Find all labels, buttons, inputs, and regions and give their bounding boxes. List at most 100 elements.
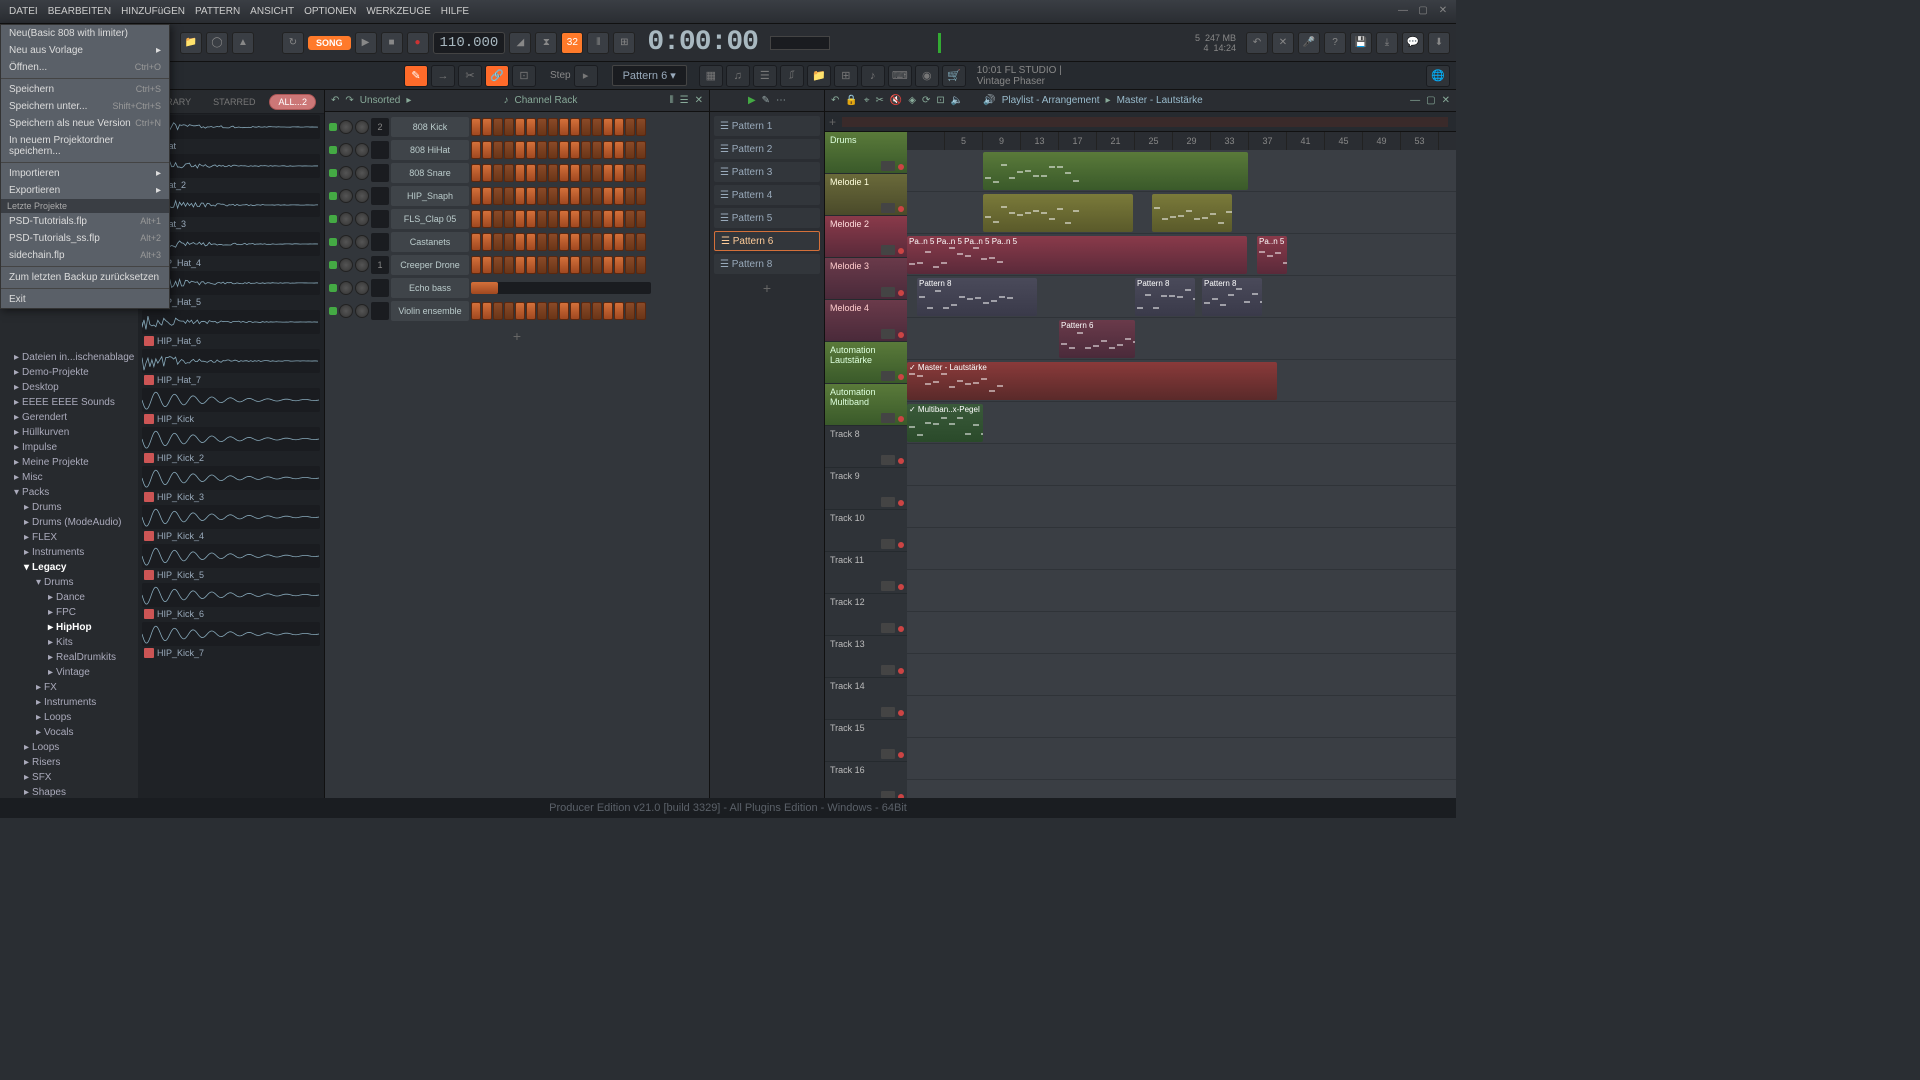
playlist-clip[interactable]: ✓ Master - Lautstärke [907, 362, 1277, 400]
tool-stamp[interactable]: ⊡ [512, 65, 536, 87]
track-row[interactable]: ✓ Multiban..x-Pegel [907, 402, 1456, 444]
step-button[interactable] [493, 256, 503, 274]
track-row[interactable] [907, 612, 1456, 654]
channel-mute[interactable] [329, 192, 337, 200]
menu-datei[interactable]: DATEI [4, 6, 43, 17]
sample-item[interactable]: HIP_Kick_4 [138, 504, 324, 543]
tree-item[interactable]: ▸ Meine Projekte [0, 455, 138, 470]
channel-vol[interactable] [355, 143, 369, 157]
step-button[interactable] [614, 187, 624, 205]
step-button[interactable] [592, 302, 602, 320]
step-button[interactable] [636, 302, 646, 320]
tree-item[interactable]: ▸ EEEE EEEE Sounds [0, 395, 138, 410]
channel-vol[interactable] [355, 281, 369, 295]
channel-name[interactable]: Violin ensemble [391, 301, 469, 321]
step-button[interactable] [603, 302, 613, 320]
track-row[interactable] [907, 570, 1456, 612]
overdub-icon[interactable]: ⊞ [613, 32, 635, 54]
step-button[interactable] [471, 210, 481, 228]
tree-item[interactable]: ▸ Impulse [0, 440, 138, 455]
step-button[interactable] [471, 141, 481, 159]
channel-slider[interactable] [471, 282, 651, 294]
step-button[interactable] [636, 187, 646, 205]
track-row[interactable] [907, 528, 1456, 570]
tree-item[interactable]: ▸ Dateien in...ischenablage [0, 350, 138, 365]
step-button[interactable] [548, 210, 558, 228]
step-button[interactable] [482, 118, 492, 136]
step-button[interactable] [625, 210, 635, 228]
track-header[interactable]: Melodie 3 [825, 258, 907, 300]
playlist-tracks[interactable]: Pa..n 5 Pa..n 5 Pa..n 5 Pa..n 5Pa..n 5Pa… [907, 150, 1456, 818]
step-button[interactable] [548, 187, 558, 205]
step-button[interactable] [504, 233, 514, 251]
step-button[interactable] [581, 233, 591, 251]
step-button[interactable] [526, 256, 536, 274]
step-button[interactable] [570, 302, 580, 320]
loop-icon[interactable]: ↻ [282, 32, 304, 54]
step-button[interactable] [537, 187, 547, 205]
tempo-tapper-icon[interactable]: ♪ [861, 65, 885, 87]
step-button[interactable] [581, 256, 591, 274]
channel-pan[interactable] [339, 212, 353, 226]
step-button[interactable] [614, 118, 624, 136]
tool-paint[interactable]: → [431, 65, 455, 87]
pl-tool6-icon[interactable]: 🔈 [951, 95, 963, 106]
view-mixer-icon[interactable]: ⎎ [780, 65, 804, 87]
track-header[interactable]: Track 11 [825, 552, 907, 594]
menu-optionen[interactable]: OPTIONEN [299, 6, 361, 17]
channel-name[interactable]: 808 Kick [391, 117, 469, 137]
step-button[interactable] [526, 210, 536, 228]
menu-pattern[interactable]: PATTERN [190, 6, 245, 17]
step-button[interactable] [559, 210, 569, 228]
pl-min-icon[interactable]: — [1410, 95, 1420, 106]
pl-tool1-icon[interactable]: ✂ [875, 95, 883, 106]
knob-icon[interactable]: ◯ [206, 32, 228, 54]
step-button[interactable] [537, 256, 547, 274]
step-button[interactable] [526, 164, 536, 182]
chat-icon[interactable]: 💬 [1402, 32, 1424, 54]
pattern-item[interactable]: ☰ Pattern 5 [714, 208, 820, 228]
tree-item[interactable]: ▾ Packs [0, 485, 138, 500]
pl-audio-icon[interactable]: 🔊 [983, 95, 995, 106]
step-button[interactable] [493, 164, 503, 182]
step-button[interactable] [581, 141, 591, 159]
step-button[interactable] [636, 233, 646, 251]
pattern-menu-icon[interactable]: ⋯ [776, 95, 786, 106]
step-button[interactable] [581, 187, 591, 205]
tree-item[interactable]: ▸ Demo-Projekte [0, 365, 138, 380]
chrack-graph-icon[interactable]: ⫴ [669, 95, 673, 106]
step-button[interactable] [515, 210, 525, 228]
pattern-selector[interactable]: Pattern 6 ▾ [612, 65, 687, 86]
sample-item[interactable]: HIP_Kick_3 [138, 465, 324, 504]
playlist-clip[interactable]: Pattern 8 [917, 278, 1037, 316]
tree-item[interactable]: ▸ Vintage [0, 665, 138, 680]
step-button[interactable] [614, 164, 624, 182]
playlist-clip[interactable]: Pattern 8 [1135, 278, 1195, 316]
tree-item[interactable]: ▸ HipHop [0, 620, 138, 635]
pl-max-icon[interactable]: ▢ [1426, 95, 1435, 106]
track-header[interactable]: Automation Multiband [825, 384, 907, 426]
step-button[interactable] [603, 256, 613, 274]
tree-item[interactable]: ▾ Drums [0, 575, 138, 590]
step-button[interactable] [625, 164, 635, 182]
tree-item[interactable]: ▸ Vocals [0, 725, 138, 740]
tree-item[interactable]: ▸ Gerendert [0, 410, 138, 425]
chrack-close-icon[interactable]: ✕ [695, 95, 703, 106]
step-button[interactable] [537, 118, 547, 136]
sample-item[interactable]: HIP_Kick_2 [138, 426, 324, 465]
channel-num[interactable] [371, 187, 389, 205]
tree-item[interactable]: ▸ Risers [0, 755, 138, 770]
tree-item[interactable]: ▸ Desktop [0, 380, 138, 395]
recent-3[interactable]: sidechain.flpAlt+3 [1, 247, 169, 264]
step-record-icon[interactable]: ▸ [574, 65, 598, 87]
add-channel-button[interactable]: + [329, 326, 705, 346]
step-button[interactable] [515, 118, 525, 136]
channel-name[interactable]: FLS_Clap 05 [391, 209, 469, 229]
step-button[interactable] [537, 164, 547, 182]
channel-num[interactable] [371, 210, 389, 228]
playlist-clip[interactable]: Pa..n 5 [1257, 236, 1287, 274]
step-button[interactable] [526, 302, 536, 320]
tree-item[interactable]: ▸ Kits [0, 635, 138, 650]
step-button[interactable] [515, 233, 525, 251]
render-icon[interactable]: ⤓ [1376, 32, 1398, 54]
